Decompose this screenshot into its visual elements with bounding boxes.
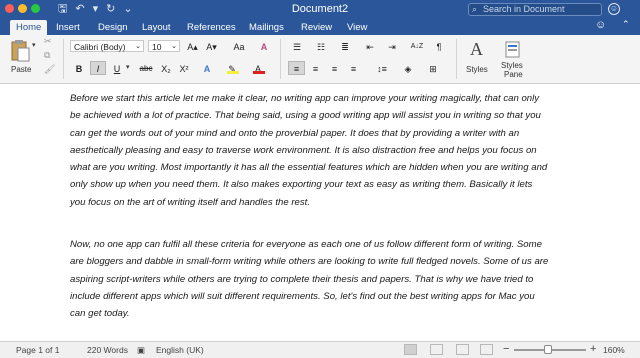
proofing-icon[interactable]: ▣ bbox=[137, 345, 145, 356]
borders-icon[interactable]: ⊞ bbox=[424, 61, 442, 75]
outline-view-button[interactable] bbox=[456, 344, 469, 355]
underline-options-icon[interactable]: ▾ bbox=[126, 63, 130, 71]
highlight-button[interactable]: ✎ bbox=[224, 61, 240, 75]
divider bbox=[63, 39, 64, 79]
align-left-icon[interactable]: ≡ bbox=[288, 61, 305, 75]
highlight-color-bar bbox=[227, 71, 239, 74]
paste-icon bbox=[11, 40, 30, 62]
sort-button[interactable]: A↓Z bbox=[408, 39, 426, 53]
font-size-select[interactable]: 10 ⌄ bbox=[148, 40, 180, 52]
multilevel-list-icon[interactable]: ≣ bbox=[336, 39, 354, 53]
paste-options-icon[interactable]: ▾ bbox=[32, 41, 36, 49]
print-layout-view-button[interactable] bbox=[404, 344, 417, 355]
web-layout-view-button[interactable] bbox=[430, 344, 443, 355]
underline-button[interactable]: U bbox=[110, 61, 124, 75]
ribbon-home: Paste ▾ ✂ ⧉ 🖌 Calibri (Body) ⌄ 10 ⌄ A▴ A… bbox=[0, 35, 640, 84]
numbering-icon[interactable]: ☷ bbox=[312, 39, 330, 53]
cut-icon[interactable]: ✂ bbox=[44, 36, 52, 47]
justify-icon[interactable]: ≡ bbox=[345, 61, 362, 75]
bold-button[interactable]: B bbox=[72, 61, 86, 75]
chevron-down-icon: ⌄ bbox=[171, 43, 177, 50]
zoom-out-button[interactable]: − bbox=[503, 343, 509, 355]
draft-view-button[interactable] bbox=[480, 344, 493, 355]
divider bbox=[280, 39, 281, 79]
subscript-button[interactable]: X₂ bbox=[158, 61, 174, 75]
paste-label: Paste bbox=[11, 65, 32, 74]
superscript-button[interactable]: X² bbox=[176, 61, 192, 75]
font-color-bar bbox=[253, 71, 265, 74]
strikethrough-button[interactable]: abc bbox=[136, 61, 156, 75]
tab-insert[interactable]: Insert bbox=[56, 20, 80, 35]
body-paragraph-1[interactable]: Before we start this article let me make… bbox=[70, 90, 550, 211]
copy-icon[interactable]: ⧉ bbox=[44, 50, 50, 61]
ribbon-tabs: Home Insert Design Layout References Mai… bbox=[0, 18, 640, 35]
styles-label: Styles bbox=[466, 65, 488, 74]
styles-icon: A bbox=[470, 39, 483, 59]
styles-pane-icon bbox=[505, 41, 520, 58]
styles-pane-label-2: Pane bbox=[504, 70, 523, 79]
format-painter-icon[interactable]: 🖌 bbox=[44, 64, 55, 75]
styles-button[interactable]: A Styles bbox=[464, 39, 494, 79]
tab-design[interactable]: Design bbox=[98, 20, 128, 35]
zoom-slider-knob[interactable] bbox=[543, 345, 552, 354]
status-bar: Page 1 of 1 220 Words ▣ English (UK) − +… bbox=[0, 341, 640, 358]
font-name-select[interactable]: Calibri (Body) ⌄ bbox=[70, 40, 144, 52]
account-icon[interactable]: ☺ bbox=[608, 3, 620, 15]
bullets-icon[interactable]: ☰ bbox=[288, 39, 306, 53]
font-color-button[interactable]: A bbox=[250, 61, 266, 75]
tab-review[interactable]: Review bbox=[301, 20, 332, 35]
tab-view[interactable]: View bbox=[347, 20, 367, 35]
tab-home[interactable]: Home bbox=[10, 20, 48, 35]
increase-indent-icon[interactable]: ⇥ bbox=[384, 39, 400, 53]
search-in-document-input[interactable]: ⌕ Search in Document bbox=[468, 3, 602, 16]
zoom-in-button[interactable]: + bbox=[590, 343, 596, 355]
body-paragraph-2[interactable]: Now, no one app can fulfil all these cri… bbox=[70, 236, 550, 322]
decrease-indent-icon[interactable]: ⇤ bbox=[362, 39, 378, 53]
styles-pane-label-1: Styles bbox=[501, 61, 523, 70]
change-case-button[interactable]: Aa bbox=[228, 39, 250, 53]
document-page[interactable]: Before we start this article let me make… bbox=[0, 84, 640, 341]
language[interactable]: English (UK) bbox=[156, 345, 204, 355]
search-placeholder: Search in Document bbox=[483, 4, 565, 14]
tab-references[interactable]: References bbox=[187, 20, 236, 35]
collapse-ribbon-icon[interactable]: ⌃ bbox=[622, 19, 630, 30]
page-count[interactable]: Page 1 of 1 bbox=[16, 345, 59, 355]
chevron-down-icon: ⌄ bbox=[135, 43, 141, 50]
word-count[interactable]: 220 Words bbox=[87, 345, 128, 355]
font-size-value: 10 bbox=[152, 42, 162, 52]
align-right-icon[interactable]: ≡ bbox=[326, 61, 343, 75]
grow-font-button[interactable]: A▴ bbox=[184, 39, 201, 53]
italic-button[interactable]: I bbox=[90, 61, 106, 75]
font-name-value: Calibri (Body) bbox=[74, 42, 126, 52]
show-formatting-marks-button[interactable]: ¶ bbox=[432, 39, 446, 53]
styles-pane-button[interactable]: Styles Pane bbox=[498, 39, 528, 81]
shading-icon[interactable]: ◈ bbox=[400, 61, 416, 75]
search-icon: ⌕ bbox=[472, 4, 478, 14]
title-bar: 🖫 ↶ ▾ ↻ ⌄ Document2 ⌕ Search in Document… bbox=[0, 0, 640, 18]
feedback-smiley-icon[interactable]: ☺ bbox=[595, 19, 606, 31]
zoom-level[interactable]: 160% bbox=[603, 345, 625, 355]
clear-formatting-button[interactable]: A bbox=[256, 39, 272, 53]
align-center-icon[interactable]: ≡ bbox=[307, 61, 324, 75]
shrink-font-button[interactable]: A▾ bbox=[203, 39, 220, 53]
divider bbox=[456, 39, 457, 79]
tab-layout[interactable]: Layout bbox=[142, 20, 171, 35]
line-spacing-icon[interactable]: ↕≡ bbox=[372, 61, 392, 75]
text-effects-button[interactable]: A bbox=[200, 61, 214, 75]
tab-mailings[interactable]: Mailings bbox=[249, 20, 284, 35]
